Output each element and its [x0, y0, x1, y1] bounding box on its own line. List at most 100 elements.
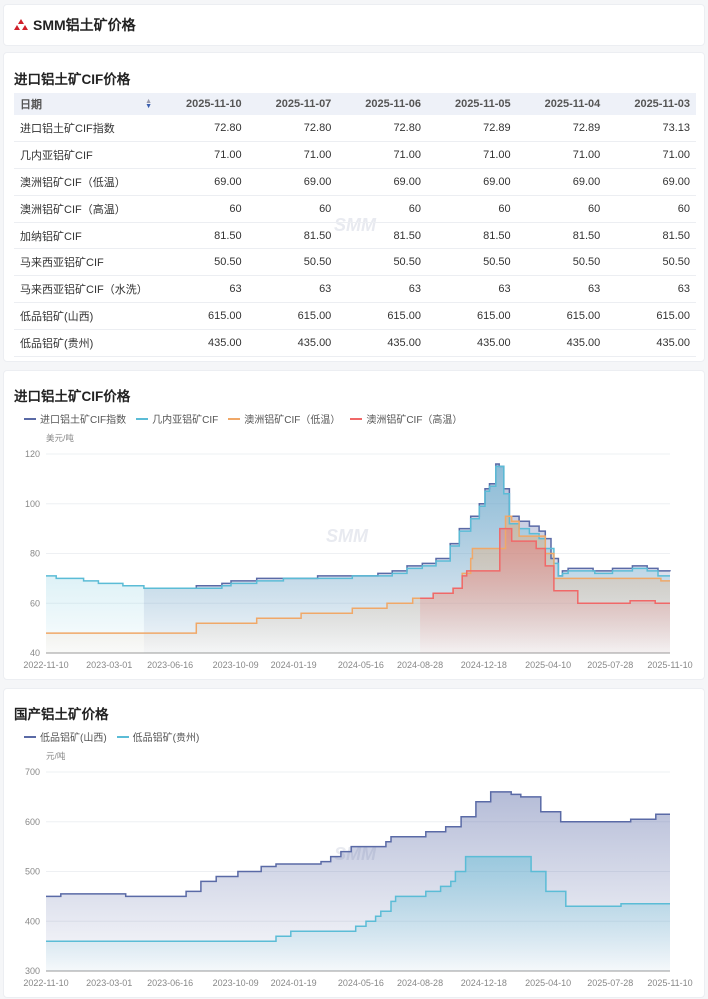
price-cell: 63: [158, 275, 248, 304]
price-cell: 71.00: [247, 141, 338, 170]
price-cell: 69.00: [516, 168, 607, 196]
price-cell: 81.50: [247, 222, 338, 250]
price-cell: 73.13: [606, 115, 696, 143]
x-tick-label: 2025-04-10: [525, 660, 571, 670]
price-cell: 63: [337, 275, 427, 304]
column-header-text: 2025-11-04: [544, 98, 601, 110]
column-header-date[interactable]: 2025-11-06: [337, 93, 427, 115]
y-tick-label: 100: [25, 499, 40, 509]
price-cell: 50.50: [158, 248, 248, 277]
price-cell: 72.80: [337, 115, 427, 143]
x-tick-label: 2022-11-10: [23, 978, 68, 988]
x-tick-label: 2024-12-18: [461, 978, 507, 988]
column-header-text: 2025-11-05: [454, 98, 511, 110]
price-table: 日期 ▲ ▼ 2025-11-10 2025-11-07 2025-11-06 2025-1…: [14, 93, 696, 357]
table-row: 几内亚铝矿CIF 71.00 71.00 71.00 71.00 71.00 71.00: [14, 141, 696, 170]
price-cell: 435.00: [516, 329, 607, 357]
column-header-text: 2025-11-10: [185, 98, 242, 110]
price-cell: 69.00: [158, 168, 248, 196]
product-name-cell: 进口铝土矿CIF指数: [14, 115, 158, 143]
column-header-date[interactable]: 2025-11-10: [158, 93, 248, 115]
domestic-price-chart: 300 400 500 600 700 2022-11-10 2023-03-01 2023-…: [23, 767, 692, 988]
table-row: 马来西亚铝矿CIF（水洗） 63 63 63 63 63 63: [14, 275, 696, 304]
column-header-date[interactable]: 2025-11-03: [606, 93, 696, 115]
price-cell: 435.00: [158, 329, 248, 357]
cif-price-chart: 40 60 80 100 120 2022-11-10 2023-03-01 2023-06-…: [23, 449, 692, 670]
price-cell: 69.00: [606, 168, 696, 196]
table-row: 澳洲铝矿CIF（高温） 60 60 60 60 60 60: [14, 195, 696, 223]
x-tick-label: 2023-10-09: [213, 978, 259, 988]
x-tick-label: 2022-11-10: [23, 660, 68, 670]
price-cell: 615.00: [158, 302, 248, 330]
price-table-card: 进口铝土矿CIF价格 SMM 日期 ▲ ▼ 2025-11-10 2025-11-07 2…: [3, 52, 705, 362]
table-row: 进口铝土矿CIF指数 72.80 72.80 72.80 72.89 72.89 73.13: [14, 115, 696, 143]
price-cell: 50.50: [337, 248, 427, 277]
column-header-date[interactable]: 2025-11-05: [426, 93, 517, 115]
product-name-cell: 澳洲铝矿CIF（低温）: [14, 168, 158, 196]
price-cell: 615.00: [247, 302, 338, 330]
x-tick-label: 2024-12-18: [461, 660, 507, 670]
product-name-cell: 低品铝矿(山西): [14, 302, 158, 330]
column-header-text: 日期: [20, 99, 42, 111]
y-tick-label: 120: [25, 449, 40, 459]
price-cell: 615.00: [337, 302, 427, 330]
column-header-date[interactable]: 2025-11-07: [247, 93, 338, 115]
price-cell: 50.50: [247, 248, 338, 277]
x-tick-label: 2024-05-16: [338, 660, 384, 670]
product-name-cell: 澳洲铝矿CIF（高温）: [14, 195, 158, 223]
table-row: 澳洲铝矿CIF（低温） 69.00 69.00 69.00 69.00 69.00 69.0…: [14, 168, 696, 196]
price-cell: 63: [247, 275, 338, 304]
price-cell: 50.50: [606, 248, 696, 277]
product-name-cell: 加纳铝矿CIF: [14, 222, 158, 250]
x-tick-label: 2023-06-16: [147, 978, 193, 988]
price-cell: 63: [516, 275, 607, 304]
column-header-date[interactable]: 2025-11-04: [516, 93, 607, 115]
y-tick-label: 40: [30, 648, 40, 658]
x-tick-label: 2024-05-16: [338, 978, 384, 988]
column-header-label[interactable]: 日期 ▲ ▼: [14, 93, 158, 115]
price-cell: 63: [606, 275, 696, 304]
product-name-cell: 低品铝矿(贵州): [14, 329, 158, 357]
column-header-text: 2025-11-06: [365, 98, 421, 110]
price-cell: 50.50: [426, 248, 517, 277]
price-cell: 615.00: [606, 302, 696, 330]
table-title: 进口铝土矿CIF价格: [14, 72, 131, 87]
x-tick-label: 2023-06-16: [147, 660, 193, 670]
price-cell: 71.00: [606, 141, 696, 170]
price-cell: 72.89: [516, 115, 607, 143]
sort-icon[interactable]: ▲ ▼: [145, 98, 152, 110]
product-name-cell: 几内亚铝矿CIF: [14, 141, 158, 170]
table-row: 低品铝矿(贵州) 435.00 435.00 435.00 435.00 435.00 43…: [14, 329, 696, 357]
price-cell: 60: [158, 195, 248, 223]
x-tick-label: 2025-07-28: [587, 978, 633, 988]
price-cell: 71.00: [426, 141, 517, 170]
page-title: SMM铝土矿价格: [33, 17, 136, 33]
price-cell: 81.50: [426, 222, 517, 250]
x-tick-label: 2025-04-10: [525, 978, 571, 988]
x-tick-label: 2024-01-19: [271, 660, 317, 670]
price-cell: 81.50: [516, 222, 607, 250]
product-name-cell: 马来西亚铝矿CIF: [14, 248, 158, 277]
y-tick-label: 700: [25, 767, 40, 777]
x-tick-label: 2025-07-28: [587, 660, 633, 670]
price-cell: 435.00: [606, 329, 696, 357]
price-cell: 60: [516, 195, 607, 223]
table-row: 马来西亚铝矿CIF 50.50 50.50 50.50 50.50 50.50 50.50: [14, 248, 696, 277]
price-cell: 50.50: [516, 248, 607, 277]
column-header-text: 2025-11-03: [634, 98, 690, 110]
price-cell: 615.00: [426, 302, 517, 330]
price-cell: 71.00: [516, 141, 607, 170]
price-cell: 81.50: [337, 222, 427, 250]
x-tick-label: 2024-08-28: [397, 978, 443, 988]
price-cell: 72.89: [426, 115, 517, 143]
price-cell: 60: [247, 195, 338, 223]
y-tick-label: 300: [25, 966, 40, 976]
x-tick-label: 2023-03-01: [86, 978, 132, 988]
x-tick-label: 2023-03-01: [86, 660, 132, 670]
price-cell: 615.00: [516, 302, 607, 330]
price-cell: 435.00: [426, 329, 517, 357]
price-cell: 69.00: [247, 168, 338, 196]
y-tick-label: 60: [30, 598, 40, 608]
y-tick-label: 500: [25, 867, 40, 877]
price-cell: 81.50: [158, 222, 248, 250]
